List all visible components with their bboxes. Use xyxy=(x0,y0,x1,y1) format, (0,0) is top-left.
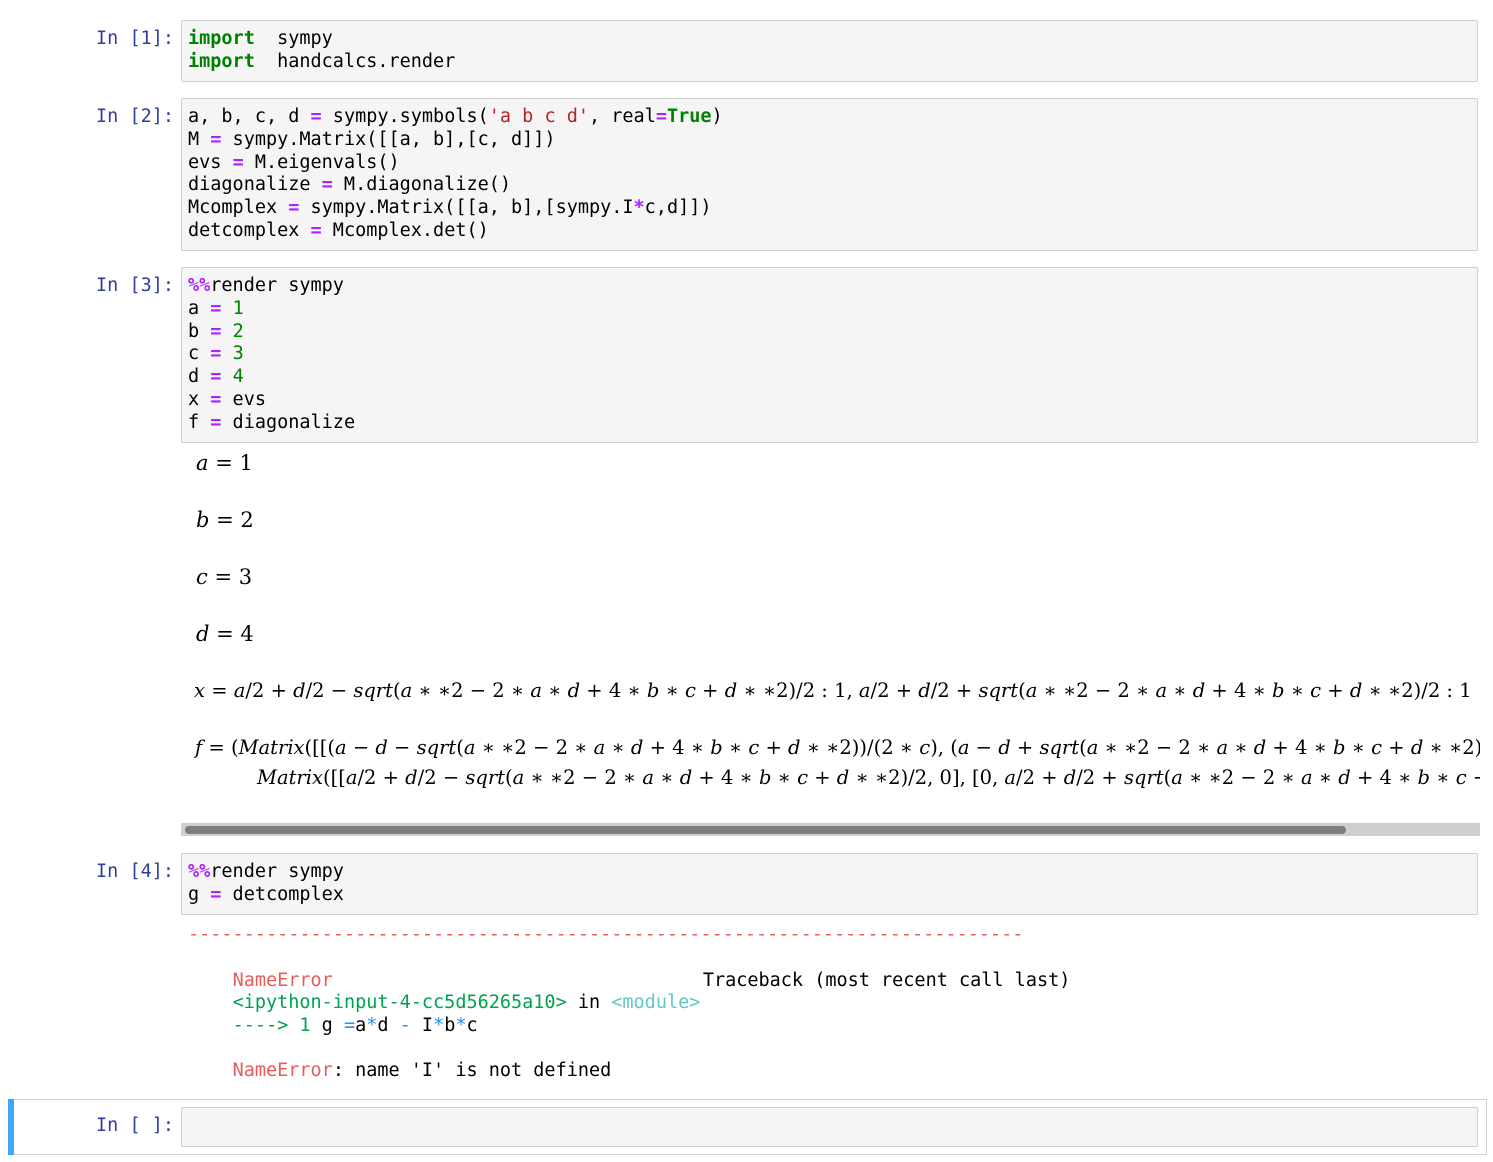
traceback-code-d: d xyxy=(377,1014,400,1036)
empty-cell-input[interactable] xyxy=(181,1107,1478,1147)
code-line: g = detcomplex xyxy=(188,883,344,905)
render-output-f-line2: Matrix([[a/2 + d/2 − sqrt(a ∗ ∗2 − 2 ∗ a… xyxy=(257,766,1480,789)
empty-cell-prompt: In [ ]: xyxy=(96,1115,174,1136)
cell-1-input[interactable]: import sympy import handcalcs.render xyxy=(181,20,1478,82)
render-output-x: x = a/2 + d/2 − sqrt(a ∗ ∗2 − 2 ∗ a ∗ d … xyxy=(194,679,1472,702)
traceback-code-I: I xyxy=(410,1014,434,1036)
code-line: a = 1 xyxy=(188,297,244,319)
code-line: diagonalize = M.diagonalize() xyxy=(188,174,512,196)
cell-3-code: %%render sympy a = 1b = 2c = 3d = 4x = ev… xyxy=(188,275,355,435)
cell-4-code: %%render sympy g = detcomplex xyxy=(188,861,344,907)
traceback-code-a: a xyxy=(355,1014,367,1036)
render-output-a: a = 1 xyxy=(196,451,253,475)
cell-4-prompt: In [4]: xyxy=(96,861,174,882)
traceback-code-mul3: * xyxy=(455,1014,467,1036)
traceback-code-b: b xyxy=(444,1014,456,1036)
traceback-code-minus: - xyxy=(399,1014,411,1036)
code-line: detcomplex = Mcomplex.det() xyxy=(188,219,489,241)
cell-1-prompt: In [1]: xyxy=(96,28,174,49)
cell-2-prompt: In [2]: xyxy=(96,106,174,127)
code-line: M = sympy.Matrix([[a, b],[c, d]]) xyxy=(188,128,556,150)
traceback-code-pre: g xyxy=(310,1014,344,1036)
code-line: f = diagonalize xyxy=(188,411,356,433)
code-line: d = 4 xyxy=(188,366,244,388)
code-line: a, b, c, d = sympy.symbols('a b c d', re… xyxy=(188,106,723,127)
render-output-c: c = 3 xyxy=(196,565,253,589)
traceback-final-error-name: NameError xyxy=(232,1059,333,1081)
cell-2-code: a, b, c, d = sympy.symbols('a b c d', re… xyxy=(188,106,723,243)
traceback-final-message: : name 'I' is not defined xyxy=(332,1059,612,1081)
code-line: %%render sympy xyxy=(188,861,344,882)
traceback-dashes: ----------------------------------------… xyxy=(188,924,1024,945)
traceback-header-tail: Traceback (most recent call last) xyxy=(702,969,1071,991)
render-output-b: b = 2 xyxy=(196,508,254,532)
traceback-code-mul1: * xyxy=(366,1014,378,1036)
cell-3-input[interactable]: %%render sympy a = 1b = 2c = 3d = 4x = ev… xyxy=(181,267,1478,443)
render-output-f-line1: f = (Matrix([[(a − d − sqrt(a ∗ ∗2 − 2 ∗… xyxy=(195,736,1480,759)
output-horizontal-scrollbar[interactable] xyxy=(181,823,1480,836)
traceback-in-word: in xyxy=(566,991,612,1013)
traceback-final: NameError: name 'I' is not defined xyxy=(188,1037,612,1105)
cell-2-input[interactable]: a, b, c, d = sympy.symbols('a b c d', re… xyxy=(181,98,1478,251)
code-line: Mcomplex = sympy.Matrix([[a, b],[sympy.I… xyxy=(188,197,712,219)
render-output-f-clip: f = (Matrix([[(a − d − sqrt(a ∗ ∗2 − 2 ∗… xyxy=(181,730,1480,800)
scrollbar-thumb[interactable] xyxy=(185,826,1346,834)
cell-4-input[interactable]: %%render sympy g = detcomplex xyxy=(181,853,1478,915)
traceback-module: <module> xyxy=(611,991,701,1013)
traceback-arrow: ----> 1 xyxy=(232,1014,311,1036)
traceback-code-eq: = xyxy=(343,1014,356,1036)
code-line: import handcalcs.render xyxy=(188,50,456,72)
cell-1-code: import sympy import handcalcs.render xyxy=(188,28,455,74)
cell-3-prompt: In [3]: xyxy=(96,275,174,296)
code-line: c = 3 xyxy=(188,343,244,365)
code-line: %%render sympy xyxy=(188,275,344,296)
code-line: x = evs xyxy=(188,388,266,410)
traceback-code-mul2: * xyxy=(433,1014,445,1036)
code-line: import sympy xyxy=(188,28,333,49)
code-line: b = 2 xyxy=(188,320,244,342)
code-line: evs = M.eigenvals() xyxy=(188,151,400,173)
render-output-d: d = 4 xyxy=(196,622,254,646)
traceback-code-c: c xyxy=(466,1014,478,1036)
